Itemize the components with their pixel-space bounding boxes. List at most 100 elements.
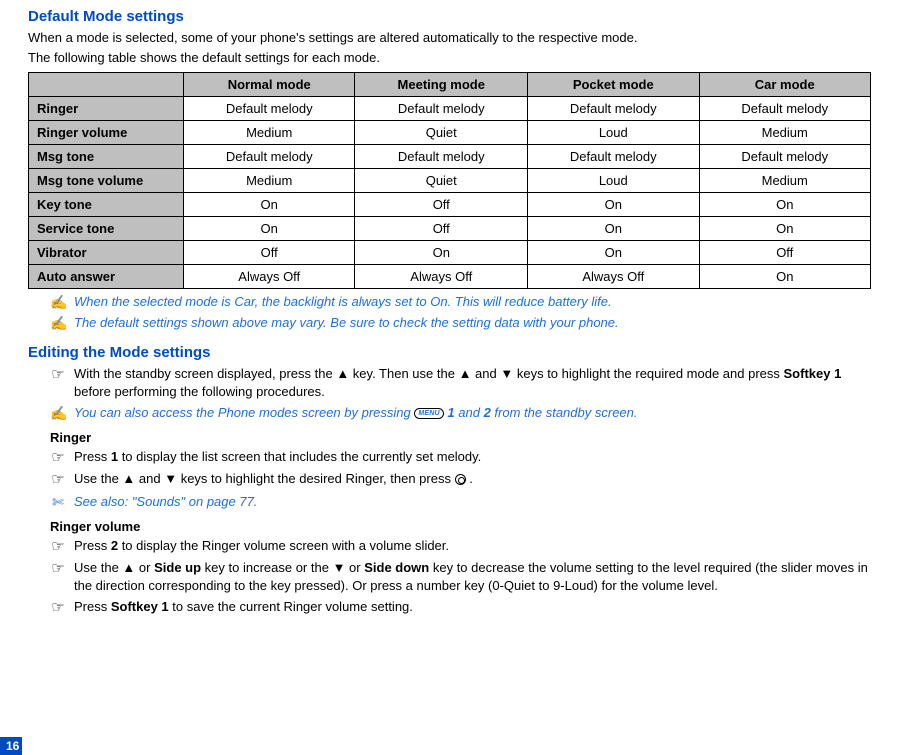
- hand-icon: ☞: [50, 365, 66, 385]
- table-cell: Quiet: [355, 169, 528, 193]
- table-cell: Medium: [699, 169, 871, 193]
- up-key-icon: ▲: [459, 366, 472, 381]
- ringer-step-2: ☞ Use the ▲ and ▼ keys to highlight the …: [28, 470, 871, 490]
- ringer-step-1: ☞ Press 1 to display the list screen tha…: [28, 448, 871, 468]
- ringer-volume-step-1: ☞ Press 2 to display the Ringer volume s…: [28, 537, 871, 557]
- up-key-icon: ▲: [122, 560, 135, 575]
- note-icon: ✍: [50, 314, 66, 332]
- up-key-icon: ▲: [122, 471, 135, 486]
- table-row: Service toneOnOffOnOn: [29, 217, 871, 241]
- note-text: When the selected mode is Car, the backl…: [74, 293, 612, 311]
- heading-editing-mode: Editing the Mode settings: [28, 344, 871, 361]
- table-cell: Loud: [528, 169, 699, 193]
- table-row: Key toneOnOffOnOn: [29, 193, 871, 217]
- table-cell: Default melody: [355, 97, 528, 121]
- step-text: Press 1 to display the list screen that …: [74, 448, 481, 466]
- table-cell: Default melody: [699, 97, 871, 121]
- table-cell: Default melody: [184, 145, 355, 169]
- table-cell: Default melody: [699, 145, 871, 169]
- col-header: Meeting mode: [355, 73, 528, 97]
- row-label: Service tone: [29, 217, 184, 241]
- intro-line-2: The following table shows the default se…: [28, 49, 871, 67]
- table-row: Auto answerAlways OffAlways OffAlways Of…: [29, 265, 871, 289]
- table-cell: Off: [184, 241, 355, 265]
- down-key-icon: ▼: [333, 560, 346, 575]
- table-cell: On: [528, 193, 699, 217]
- table-row: VibratorOffOnOnOff: [29, 241, 871, 265]
- table-row: RingerDefault melodyDefault melodyDefaul…: [29, 97, 871, 121]
- table-cell: Off: [699, 241, 871, 265]
- note-defaults-vary: ✍ The default settings shown above may v…: [28, 314, 871, 332]
- table-cell: Loud: [528, 121, 699, 145]
- table-cell: Off: [355, 193, 528, 217]
- table-cell: Medium: [699, 121, 871, 145]
- row-label: Msg tone volume: [29, 169, 184, 193]
- table-cell: On: [699, 265, 871, 289]
- table-cell: On: [528, 241, 699, 265]
- row-label: Key tone: [29, 193, 184, 217]
- table-row: Msg toneDefault melodyDefault melodyDefa…: [29, 145, 871, 169]
- subheading-ringer-volume: Ringer volume: [50, 519, 871, 534]
- table-cell: Default melody: [355, 145, 528, 169]
- hand-icon: ☞: [50, 537, 66, 557]
- table-cell: Default melody: [528, 145, 699, 169]
- table-cell: On: [699, 193, 871, 217]
- hand-icon: ☞: [50, 598, 66, 618]
- col-header: Pocket mode: [528, 73, 699, 97]
- intro-line-1: When a mode is selected, some of your ph…: [28, 29, 871, 47]
- note-text: The default settings shown above may var…: [74, 314, 619, 332]
- step-text: Use the ▲ and ▼ keys to highlight the de…: [74, 470, 473, 488]
- note-car-backlight: ✍ When the selected mode is Car, the bac…: [28, 293, 871, 311]
- table-cell: Off: [355, 217, 528, 241]
- row-label: Ringer volume: [29, 121, 184, 145]
- page-number: 16: [0, 737, 22, 755]
- up-key-icon: ▲: [336, 366, 349, 381]
- ringer-volume-step-2: ☞ Use the ▲ or Side up key to increase o…: [28, 559, 871, 594]
- step-text: With the standby screen displayed, press…: [74, 365, 871, 400]
- table-cell: Default melody: [184, 97, 355, 121]
- note-access-phone-modes: ✍ You can also access the Phone modes sc…: [28, 404, 871, 422]
- hand-icon: ☞: [50, 470, 66, 490]
- step-text: Press 2 to display the Ringer volume scr…: [74, 537, 449, 555]
- table-cell: On: [184, 217, 355, 241]
- see-also-text: See also: "Sounds" on page 77.: [74, 493, 257, 511]
- see-also-icon: ✄: [50, 493, 66, 511]
- note-icon: ✍: [50, 404, 66, 422]
- settings-table: Normal mode Meeting mode Pocket mode Car…: [28, 72, 871, 289]
- table-cell: Always Off: [355, 265, 528, 289]
- table-cell: Quiet: [355, 121, 528, 145]
- menu-button-icon: MENU: [414, 408, 443, 419]
- heading-default-mode: Default Mode settings: [28, 8, 871, 25]
- table-cell: Medium: [184, 121, 355, 145]
- down-key-icon: ▼: [164, 471, 177, 486]
- step-standby-screen: ☞ With the standby screen displayed, pre…: [28, 365, 871, 400]
- table-cell: Always Off: [528, 265, 699, 289]
- table-cell: Medium: [184, 169, 355, 193]
- step-text: Press Softkey 1 to save the current Ring…: [74, 598, 413, 616]
- table-cell: On: [699, 217, 871, 241]
- table-cell: Always Off: [184, 265, 355, 289]
- see-also-sounds: ✄ See also: "Sounds" on page 77.: [28, 493, 871, 511]
- table-cell: On: [528, 217, 699, 241]
- select-button-icon: [455, 474, 466, 485]
- col-header: Normal mode: [184, 73, 355, 97]
- down-key-icon: ▼: [500, 366, 513, 381]
- row-label: Ringer: [29, 97, 184, 121]
- table-row: Ringer volumeMediumQuietLoudMedium: [29, 121, 871, 145]
- table-cell: On: [355, 241, 528, 265]
- step-text: Use the ▲ or Side up key to increase or …: [74, 559, 871, 594]
- note-text: You can also access the Phone modes scre…: [74, 404, 638, 422]
- row-label: Vibrator: [29, 241, 184, 265]
- hand-icon: ☞: [50, 559, 66, 579]
- table-cell: On: [184, 193, 355, 217]
- subheading-ringer: Ringer: [50, 430, 871, 445]
- note-icon: ✍: [50, 293, 66, 311]
- ringer-volume-step-3: ☞ Press Softkey 1 to save the current Ri…: [28, 598, 871, 618]
- row-label: Auto answer: [29, 265, 184, 289]
- table-row: Msg tone volumeMediumQuietLoudMedium: [29, 169, 871, 193]
- hand-icon: ☞: [50, 448, 66, 468]
- col-header: Car mode: [699, 73, 871, 97]
- table-corner: [29, 73, 184, 97]
- table-cell: Default melody: [528, 97, 699, 121]
- row-label: Msg tone: [29, 145, 184, 169]
